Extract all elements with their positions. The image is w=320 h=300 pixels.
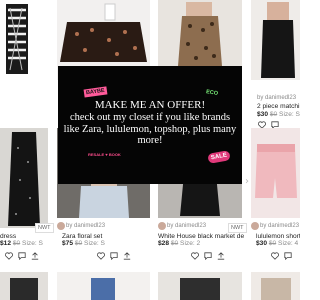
size-label: Size: S — [279, 111, 300, 118]
size-label: Size: S — [84, 240, 105, 247]
nwt-badge: NWT — [228, 223, 247, 233]
comment-icon[interactable] — [283, 251, 292, 260]
heart-icon[interactable] — [96, 251, 105, 260]
original-price: $0 — [268, 240, 277, 247]
listing-photo-8[interactable] — [251, 128, 300, 218]
listing-title[interactable]: White House black market de... — [158, 233, 244, 240]
listing-photo-12[interactable] — [251, 272, 300, 300]
closet-promo-overlay[interactable]: BAYBE ECO MAKE ME AN OFFER! check out my… — [58, 66, 242, 184]
chevron-right-icon[interactable]: › — [245, 176, 249, 187]
listing-title[interactable]: dress — [0, 233, 45, 240]
listing-photo-11[interactable] — [158, 272, 242, 300]
listing-photo-10[interactable] — [57, 272, 150, 300]
listing-price: $30 $0 Size: S — [257, 111, 300, 118]
promo-headline: MAKE ME AN OFFER! — [94, 99, 206, 111]
listing-photo-9[interactable] — [0, 272, 48, 300]
listing-title[interactable]: 2 piece matchin — [257, 103, 300, 110]
comment-icon[interactable] — [17, 251, 26, 260]
listing-title[interactable]: Zara floral set — [62, 233, 142, 240]
share-icon[interactable] — [30, 251, 39, 260]
original-price: $0 — [269, 111, 278, 118]
original-price: $0 — [74, 240, 83, 247]
seller-username[interactable]: by danimedl23 — [257, 95, 296, 101]
listing-price: $30 $0 Size: 4 — [256, 240, 298, 247]
heart-icon[interactable] — [4, 251, 13, 260]
size-label: Size: S — [22, 240, 43, 247]
listing-photo-5[interactable] — [0, 128, 48, 228]
listing-actions — [270, 251, 292, 260]
listing-title[interactable]: lululemon short — [256, 233, 300, 240]
listing-actions — [96, 251, 131, 260]
original-price: $0 — [170, 240, 179, 247]
size-label: Size: 4 — [278, 240, 299, 247]
price-value: $12 — [0, 240, 12, 247]
pink-shorts-image — [255, 144, 297, 198]
original-price: $0 — [12, 240, 21, 247]
seller-avatar[interactable] — [158, 222, 166, 230]
clothing-image — [91, 278, 115, 300]
price-value: $75 — [62, 240, 74, 247]
graphic-jumpsuit-image — [6, 4, 28, 74]
seller-username[interactable]: by danimedl23 — [260, 223, 299, 229]
sequin-dress-image — [8, 132, 40, 226]
listing-price: $28 $0 Size: 2 — [158, 240, 200, 247]
heart-icon[interactable] — [270, 251, 279, 260]
listing-price: $75 $0 Size: S — [62, 240, 105, 247]
sticker-pink: RESALE ♥ BOOK — [88, 152, 121, 157]
seller-avatar[interactable] — [251, 222, 259, 230]
clothing-image — [180, 278, 220, 300]
promo-text: MAKE ME AN OFFER! check out my closet if… — [62, 99, 238, 147]
sticker-right: ECO — [205, 89, 219, 97]
comment-icon[interactable] — [203, 251, 212, 260]
nwt-badge: NWT — [35, 223, 54, 233]
price-value: $28 — [158, 240, 170, 247]
share-icon[interactable] — [122, 251, 131, 260]
listing-photo-1[interactable] — [0, 0, 48, 80]
two-piece-set-image — [261, 2, 295, 78]
heart-icon[interactable] — [190, 251, 199, 260]
size-label: Size: 2 — [180, 240, 201, 247]
seller-avatar[interactable] — [57, 222, 65, 230]
seller-username[interactable]: by danimedl23 — [66, 223, 105, 229]
seller-username[interactable]: by danimedl23 — [167, 223, 206, 229]
comment-icon[interactable] — [109, 251, 118, 260]
share-icon[interactable] — [216, 251, 225, 260]
listing-actions — [190, 251, 225, 260]
listing-photo-4[interactable] — [251, 0, 300, 80]
clothing-image — [261, 278, 291, 300]
promo-body: check out my closet if you like brands l… — [63, 111, 237, 147]
price-value: $30 — [256, 240, 268, 247]
sale-badge: SALE — [207, 150, 231, 164]
clothing-image — [10, 278, 38, 300]
sticker-left: BAYBE — [83, 86, 108, 98]
price-value: $30 — [257, 111, 269, 118]
listing-price: $12 $0 Size: S — [0, 240, 43, 247]
listing-actions — [4, 251, 39, 260]
